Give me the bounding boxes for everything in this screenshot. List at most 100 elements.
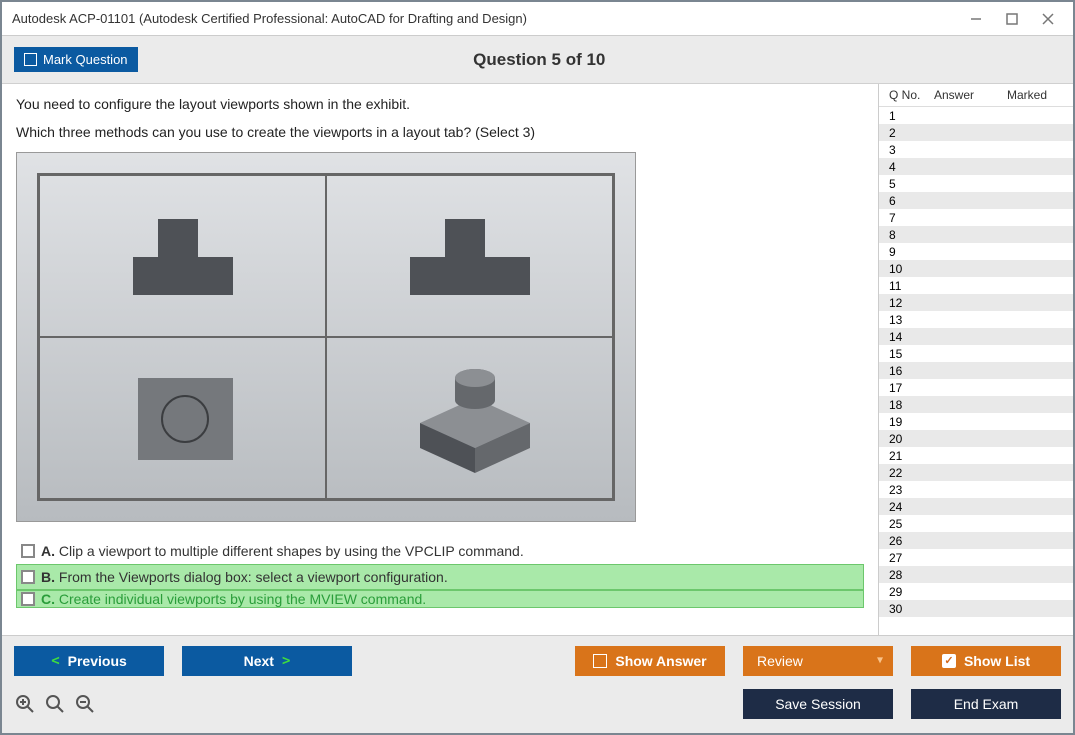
review-label: Review [757,653,803,669]
checkbox-icon[interactable] [21,592,35,606]
question-row[interactable]: 5 [879,175,1073,192]
checkbox-icon[interactable] [21,544,35,558]
checkbox-icon [593,654,607,668]
question-row[interactable]: 26 [879,532,1073,549]
save-session-label: Save Session [775,696,861,712]
review-button[interactable]: Review ▼ [743,646,893,676]
question-row[interactable]: 11 [879,277,1073,294]
question-row[interactable]: 1 [879,107,1073,124]
qno-cell: 14 [889,330,934,344]
close-icon[interactable] [1039,10,1057,28]
qno-cell: 4 [889,160,934,174]
question-row[interactable]: 20 [879,430,1073,447]
question-row[interactable]: 3 [879,141,1073,158]
question-row[interactable]: 29 [879,583,1073,600]
qno-cell: 7 [889,211,934,225]
question-row[interactable]: 10 [879,260,1073,277]
question-row[interactable]: 15 [879,345,1073,362]
qno-cell: 23 [889,483,934,497]
end-exam-button[interactable]: End Exam [911,689,1061,719]
next-button[interactable]: Next > [182,646,352,676]
question-row[interactable]: 13 [879,311,1073,328]
answer-option-A[interactable]: A. Clip a viewport to multiple different… [16,538,864,564]
qno-cell: 28 [889,568,934,582]
zoom-icon[interactable] [44,693,66,715]
mark-question-button[interactable]: Mark Question [14,47,138,72]
chevron-down-icon: ▼ [877,655,883,666]
sidebar-header: Q No. Answer Marked [879,84,1073,107]
question-row[interactable]: 21 [879,447,1073,464]
zoom-in-icon[interactable] [14,693,36,715]
qno-cell: 9 [889,245,934,259]
question-row[interactable]: 19 [879,413,1073,430]
qno-cell: 8 [889,228,934,242]
question-row[interactable]: 23 [879,481,1073,498]
qno-cell: 2 [889,126,934,140]
question-row[interactable]: 18 [879,396,1073,413]
question-row[interactable]: 24 [879,498,1073,515]
answer-option-B[interactable]: B. From the Viewports dialog box: select… [16,564,864,590]
answer-text: A. Clip a viewport to multiple different… [41,543,524,559]
question-row[interactable]: 28 [879,566,1073,583]
question-row[interactable]: 8 [879,226,1073,243]
col-qno: Q No. [889,88,934,102]
checkbox-icon[interactable] [21,570,35,584]
zoom-out-icon[interactable] [74,693,96,715]
zoom-controls [14,693,96,715]
question-row[interactable]: 7 [879,209,1073,226]
footer-row-2: Save Session End Exam [2,685,1073,733]
question-row[interactable]: 12 [879,294,1073,311]
question-row[interactable]: 17 [879,379,1073,396]
window-controls [967,10,1063,28]
previous-button[interactable]: < Previous [14,646,164,676]
qno-cell: 15 [889,347,934,361]
footer-row-1: < Previous Next > Show Answer Review ▼ ✓… [2,635,1073,685]
maximize-icon[interactable] [1003,10,1021,28]
qno-cell: 10 [889,262,934,276]
save-session-button[interactable]: Save Session [743,689,893,719]
question-row[interactable]: 6 [879,192,1073,209]
qno-cell: 25 [889,517,934,531]
question-row[interactable]: 4 [879,158,1073,175]
chevron-right-icon: > [282,653,290,669]
show-list-label: Show List [964,653,1030,669]
show-list-button[interactable]: ✓ Show List [911,646,1061,676]
question-list-sidebar: Q No. Answer Marked 12345678910111213141… [878,84,1073,635]
question-row[interactable]: 25 [879,515,1073,532]
question-row[interactable]: 30 [879,600,1073,617]
qno-cell: 6 [889,194,934,208]
qno-cell: 30 [889,602,934,616]
show-answer-button[interactable]: Show Answer [575,646,725,676]
qno-cell: 3 [889,143,934,157]
qno-cell: 13 [889,313,934,327]
show-answer-label: Show Answer [615,653,706,669]
question-row[interactable]: 14 [879,328,1073,345]
answer-text: B. From the Viewports dialog box: select… [41,569,448,585]
question-row[interactable]: 16 [879,362,1073,379]
next-label: Next [244,653,274,669]
answer-list: A. Clip a viewport to multiple different… [16,538,864,608]
question-row[interactable]: 22 [879,464,1073,481]
side-view-icon [390,201,550,311]
chevron-left-icon: < [51,653,59,669]
qno-cell: 29 [889,585,934,599]
question-row[interactable]: 27 [879,549,1073,566]
question-row[interactable]: 9 [879,243,1073,260]
minimize-icon[interactable] [967,10,985,28]
qno-cell: 26 [889,534,934,548]
answer-option-C[interactable]: C. Create individual viewports by using … [16,590,864,608]
qno-cell: 21 [889,449,934,463]
question-row[interactable]: 2 [879,124,1073,141]
col-marked: Marked [1007,88,1067,102]
qno-cell: 24 [889,500,934,514]
qno-cell: 17 [889,381,934,395]
main-content[interactable]: You need to configure the layout viewpor… [2,84,878,635]
app-window: Autodesk ACP-01101 (Autodesk Certified P… [0,0,1075,735]
qno-cell: 5 [889,177,934,191]
question-title: Question 5 of 10 [138,50,1061,70]
checkbox-icon [24,53,37,66]
sidebar-list[interactable]: 1234567891011121314151617181920212223242… [879,107,1073,635]
body-area: You need to configure the layout viewpor… [2,84,1073,635]
qno-cell: 16 [889,364,934,378]
qno-cell: 22 [889,466,934,480]
